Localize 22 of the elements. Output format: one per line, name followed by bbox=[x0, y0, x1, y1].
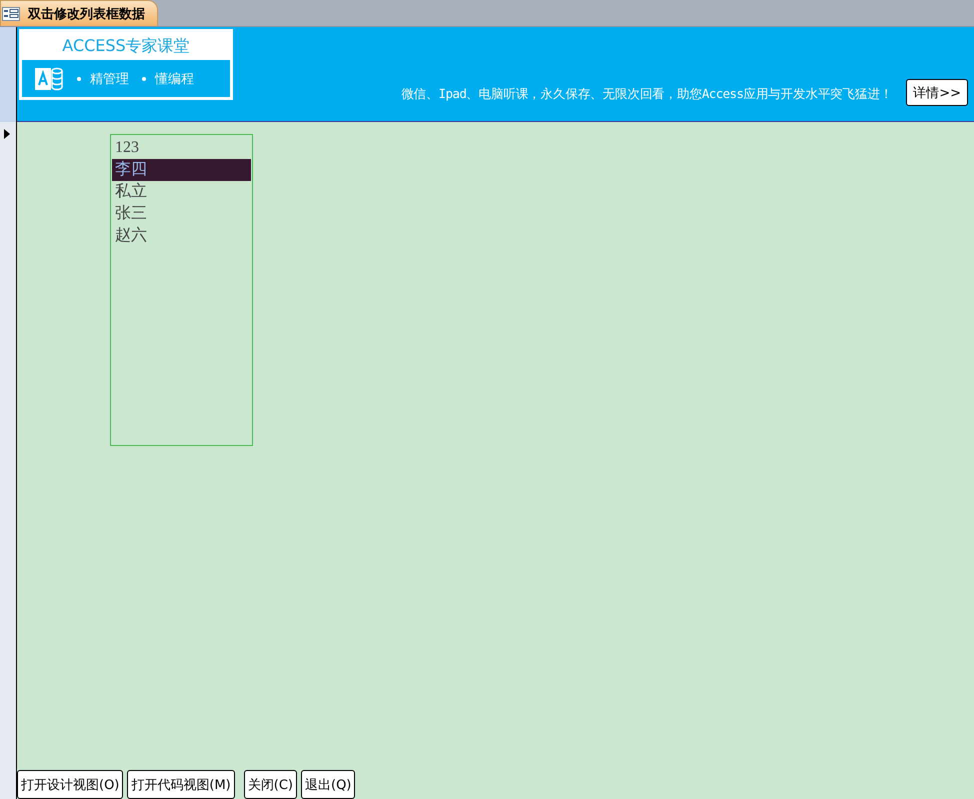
form-icon bbox=[2, 6, 20, 20]
list-box[interactable]: 123 李四 私立 张三 赵六 bbox=[110, 134, 253, 446]
list-item[interactable]: 私立 bbox=[112, 181, 251, 203]
current-record-icon bbox=[4, 129, 10, 139]
command-button[interactable]: 关闭(C) bbox=[244, 770, 297, 799]
form-tab[interactable]: 双击修改列表框数据 bbox=[0, 0, 158, 26]
bullet-icon bbox=[77, 76, 81, 80]
list-item[interactable]: 123 bbox=[112, 137, 251, 159]
slogan: 懂编程 bbox=[155, 70, 194, 88]
promo-text: 微信、Ipad、电脑听课，永久保存、无限次回看，助您Access应用与开发水平突飞猛进！ bbox=[401, 86, 892, 103]
brand-title: ACCESS专家课堂 bbox=[61, 35, 191, 57]
details-button[interactable]: 详情>> bbox=[906, 79, 968, 106]
list-item[interactable]: 张三 bbox=[112, 203, 251, 225]
tab-title: 双击修改列表框数据 bbox=[28, 6, 145, 22]
command-button[interactable]: 打开设计视图(O) bbox=[17, 770, 124, 799]
command-button[interactable]: 退出(Q) bbox=[301, 770, 356, 799]
list-item[interactable]: 李四 bbox=[112, 159, 251, 181]
list-item[interactable]: 赵六 bbox=[112, 225, 251, 247]
command-button[interactable]: 打开代码视图(M) bbox=[127, 770, 235, 799]
slogan: 精管理 bbox=[90, 70, 129, 88]
record-selector[interactable] bbox=[0, 122, 16, 799]
bullet-icon bbox=[142, 76, 146, 80]
